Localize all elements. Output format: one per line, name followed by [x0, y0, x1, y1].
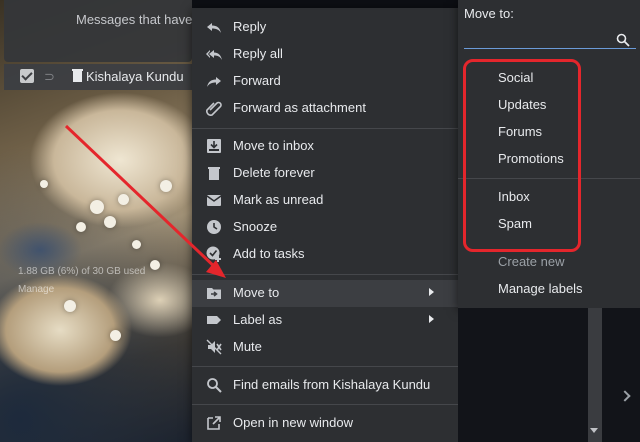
- menu-item-move-to-inbox[interactable]: Move to inbox: [192, 133, 458, 160]
- menu-item-label: Reply all: [233, 46, 283, 61]
- submenu-arrow-icon: [429, 315, 434, 323]
- trash-icon: [208, 167, 220, 180]
- menu-item-mute[interactable]: Mute: [192, 334, 458, 361]
- menu-item-label: Forward as attachment: [233, 100, 366, 115]
- open-external-icon: [207, 416, 221, 430]
- menu-item-reply[interactable]: Reply: [192, 14, 458, 41]
- mute-icon: [206, 339, 222, 355]
- menu-divider: [192, 404, 458, 405]
- search-icon: [207, 378, 222, 393]
- submenu-title: Move to:: [464, 6, 514, 21]
- menu-item-reply-all[interactable]: Reply all: [192, 41, 458, 68]
- menu-item-mark-unread[interactable]: Mark as unread: [192, 187, 458, 214]
- menu-item-label: Forward: [233, 73, 281, 88]
- menu-item-move-to[interactable]: Move to: [192, 280, 458, 307]
- trash-icon[interactable]: [72, 68, 83, 82]
- menu-item-find-emails[interactable]: Find emails from Kishalaya Kundu: [192, 372, 458, 399]
- scrollbar[interactable]: [588, 308, 602, 442]
- wallpaper-detail: [40, 180, 48, 188]
- wallpaper-detail: [118, 194, 129, 205]
- reply-all-icon: [206, 50, 222, 60]
- menu-item-label: Move to: [233, 285, 280, 300]
- menu-item-snooze[interactable]: Snooze: [192, 214, 458, 241]
- label-search-input[interactable]: [464, 48, 636, 49]
- checkbox-icon[interactable]: [20, 69, 34, 83]
- right-panel: [458, 308, 640, 442]
- wallpaper-detail: [160, 180, 172, 192]
- forward-icon: [207, 77, 221, 87]
- menu-item-delete-forever[interactable]: Delete forever: [192, 160, 458, 187]
- search-icon[interactable]: [616, 33, 630, 47]
- menu-item-add-to-tasks[interactable]: Add to tasks: [192, 241, 458, 268]
- storage-info: 1.88 GB (6%) of 30 GB used: [18, 266, 146, 277]
- submenu-item-create-new[interactable]: Create new: [498, 254, 564, 269]
- importance-icon[interactable]: ⊃: [44, 69, 55, 85]
- menu-item-label-as[interactable]: Label as: [192, 307, 458, 334]
- menu-item-label: Move to inbox: [233, 138, 314, 153]
- reply-icon: [207, 23, 221, 33]
- menu-divider: [192, 366, 458, 367]
- menu-divider: [192, 274, 458, 275]
- submenu-item-manage-labels[interactable]: Manage labels: [498, 281, 583, 296]
- wallpaper-detail: [132, 240, 141, 249]
- menu-item-label: Delete forever: [233, 165, 315, 180]
- wallpaper-detail: [150, 260, 160, 270]
- wallpaper-detail: [76, 222, 86, 232]
- menu-item-open-new-window[interactable]: Open in new window: [192, 410, 458, 437]
- menu-item-label: Mute: [233, 339, 262, 354]
- wallpaper-detail: [104, 216, 116, 228]
- highlight-annotation: [463, 59, 581, 252]
- folder-move-icon: [207, 288, 221, 299]
- notice-banner: Messages that have be: [4, 0, 210, 62]
- menu-item-label: Add to tasks: [233, 246, 305, 261]
- manage-storage-link[interactable]: Manage: [18, 284, 54, 295]
- wallpaper-detail: [90, 200, 104, 214]
- menu-item-label: Mark as unread: [233, 192, 324, 207]
- email-row[interactable]: ⊃ Kishalaya Kundu: [4, 64, 192, 90]
- wallpaper-detail: [64, 300, 76, 312]
- menu-item-forward-attachment[interactable]: Forward as attachment: [192, 95, 458, 122]
- task-add-icon: [206, 246, 221, 262]
- menu-item-label: Find emails from Kishalaya Kundu: [233, 377, 431, 392]
- menu-item-label: Label as: [233, 312, 283, 327]
- menu-item-label: Reply: [233, 19, 267, 34]
- menu-divider: [192, 128, 458, 129]
- scroll-down-icon[interactable]: [590, 428, 598, 433]
- submenu-arrow-icon: [429, 288, 434, 296]
- sender-name: Kishalaya Kundu: [86, 69, 184, 84]
- clock-icon: [207, 220, 221, 234]
- label-icon: [207, 316, 221, 324]
- wallpaper-detail: [110, 330, 121, 341]
- context-menu: Reply Reply all Forward Forward as attac…: [192, 8, 458, 442]
- menu-item-label: Open in new window: [233, 415, 353, 430]
- notice-text: Messages that have be: [76, 12, 211, 27]
- mail-icon: [206, 195, 222, 206]
- menu-item-label: Snooze: [233, 219, 278, 234]
- inbox-icon: [207, 139, 221, 153]
- menu-item-forward[interactable]: Forward: [192, 68, 458, 95]
- attachment-icon: [206, 101, 222, 116]
